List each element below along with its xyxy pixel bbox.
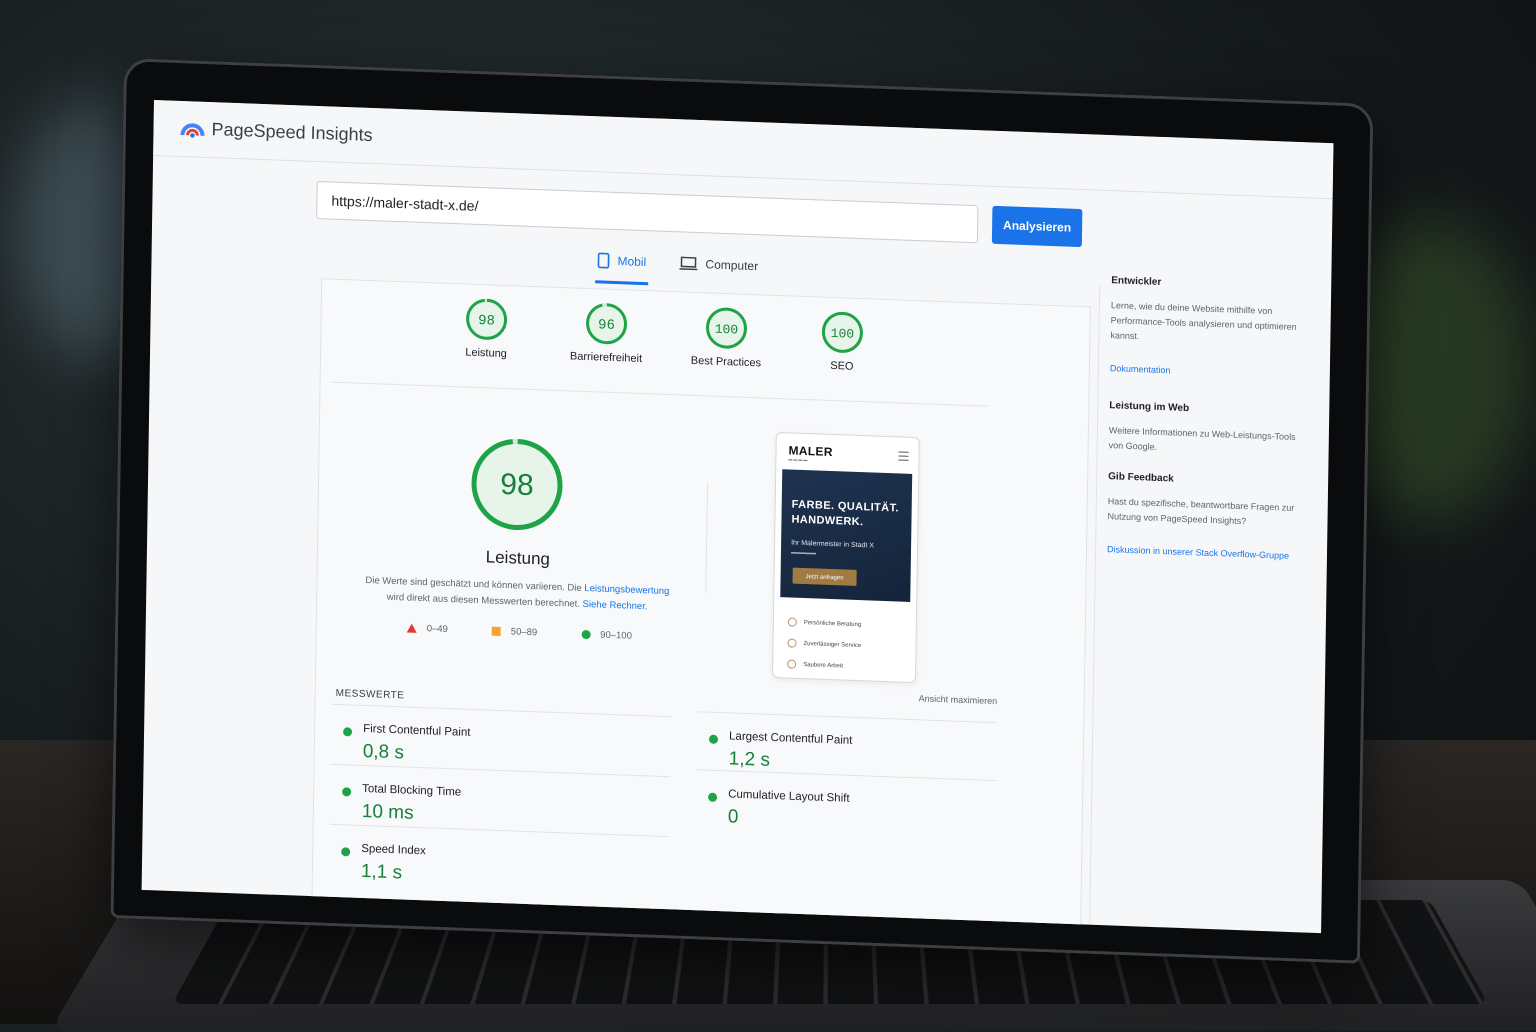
score-ring: 96: [586, 303, 628, 345]
divider-vertical: [705, 483, 709, 594]
feature-label: Saubere Arbeit: [803, 661, 843, 670]
legend-poor: 0–49: [406, 623, 448, 636]
pagespeed-logo-icon: [180, 123, 205, 138]
metric-value: 0: [727, 806, 739, 828]
metric-value: 1,1 s: [360, 860, 403, 884]
metrics-heading: MESSWERTE: [335, 687, 405, 702]
square-icon: [491, 626, 501, 636]
preview-feature: Persönliche Beratung: [787, 611, 862, 635]
tab-mobile[interactable]: Mobil: [595, 244, 649, 286]
sidebar-web-title: Leistung im Web: [1109, 400, 1190, 415]
score-gauges: 98 Leistung 96 Barrierefreiheit 100 Best…: [321, 291, 1090, 399]
page-screenshot-preview: MALER ▬▬▬▬ FARBE. QUALITÄT. HANDWERK. Ih…: [771, 431, 920, 684]
score-legend: 0–49 50–89 90–100: [406, 623, 687, 644]
score-ring: 98: [466, 298, 508, 340]
metric-name: Cumulative Layout Shift: [728, 788, 850, 805]
legend-range: 0–49: [426, 623, 448, 636]
tab-desktop[interactable]: Computer: [679, 247, 758, 282]
gauge-score: 98: [478, 313, 495, 330]
performance-title: Leistung: [485, 547, 551, 569]
preview-lead: Ihr Malermeister in Stadt X: [791, 539, 875, 550]
desc-text-1: Die Werte sind geschätzt und können vari…: [365, 574, 582, 594]
preview-features: Persönliche Beratung Zuverlässiger Servi…: [787, 611, 862, 677]
preview-logo-sub: ▬▬▬▬: [788, 456, 809, 463]
metric-name: Speed Index: [361, 842, 426, 858]
url-input[interactable]: https://maler-stadt-x.de/: [316, 181, 979, 244]
gauge-label: Best Practices: [690, 354, 762, 370]
preview-feature: Zuverlässiger Service: [787, 632, 861, 656]
report-card: 98 Leistung 96 Barrierefreiheit 100 Best…: [311, 278, 1091, 934]
legend-range: 50–89: [510, 626, 538, 639]
good-dot-icon: [708, 792, 718, 802]
gauge-label: SEO: [830, 359, 854, 373]
hamburger-icon: [898, 451, 909, 461]
feature-label: Zuverlässiger Service: [803, 640, 862, 649]
gauge-score: 96: [598, 317, 615, 334]
laptop-icon: [679, 256, 698, 271]
brush-icon: [787, 659, 797, 669]
screen: PageSpeed Insights https://maler-stadt-x…: [141, 100, 1334, 934]
gauge-score: 100: [715, 322, 739, 338]
gauge-best-practices[interactable]: 100 Best Practices: [671, 304, 782, 370]
score-ring-large: 98: [471, 438, 563, 531]
legend-good: 90–100: [581, 629, 632, 642]
score-ring: 100: [821, 311, 863, 353]
tab-mobile-label: Mobil: [617, 254, 647, 270]
gauge-seo[interactable]: 100 SEO: [787, 308, 898, 374]
metric-value: 0,8 s: [362, 740, 405, 764]
person-icon: [787, 617, 797, 627]
sidebar-web-text: Weitere Informationen zu Web-Leistungs-T…: [1108, 425, 1296, 452]
gauge-accessibility[interactable]: 96 Barrierefreiheit: [551, 300, 662, 366]
metric-cls[interactable]: Cumulative Layout Shift 0: [695, 769, 997, 842]
score-ring: 100: [705, 307, 747, 349]
preview-headline: FARBE. QUALITÄT. HANDWERK.: [791, 498, 905, 532]
gauge-label: Leistung: [465, 346, 507, 361]
sidebar-divider: [1089, 284, 1101, 925]
sidebar-dev-title: Entwickler: [1111, 275, 1162, 289]
metric-value: 10 ms: [361, 800, 414, 824]
phone-icon: [597, 252, 610, 269]
calculator-link[interactable]: Siehe Rechner.: [583, 599, 648, 612]
good-dot-icon: [708, 734, 719, 744]
metric-name: Largest Contentful Paint: [728, 730, 853, 747]
performance-score-link[interactable]: Leistungsbewertung: [584, 583, 669, 597]
tab-desktop-label: Computer: [705, 257, 759, 274]
shield-icon: [787, 638, 797, 648]
app-title: PageSpeed Insights: [211, 119, 373, 146]
stackoverflow-link[interactable]: Diskussion in unserer Stack Overflow-Gru…: [1107, 542, 1307, 564]
sidebar-feedback-title: Gib Feedback: [1108, 471, 1174, 485]
sidebar: Entwickler Lerne, wie du deine Website m…: [1107, 275, 1312, 588]
sidebar-feedback-text: Hast du spezifische, beantwortbare Frage…: [1107, 496, 1295, 527]
gauge-label: Barrierefreiheit: [569, 350, 643, 366]
preview-hero: FARBE. QUALITÄT. HANDWERK. Ihr Malermeis…: [780, 469, 913, 602]
preview-cta-button: Jetzt anfragen: [792, 567, 857, 586]
legend-range: 90–100: [600, 629, 632, 642]
preview-lead-sub: ▬▬▬▬▬: [790, 549, 817, 557]
preview-feature: Saubere Arbeit: [787, 653, 861, 677]
good-dot-icon: [343, 727, 353, 737]
performance-description: Die Werte sind geschätzt und können vari…: [347, 572, 687, 616]
feature-label: Persönliche Beratung: [803, 619, 862, 628]
sidebar-dev-text: Lerne, wie du deine Website mithilfe von…: [1110, 300, 1297, 342]
gauge-performance[interactable]: 98 Leistung: [431, 295, 542, 361]
analyze-button[interactable]: Analysieren: [991, 205, 1083, 248]
good-dot-icon: [342, 787, 352, 797]
desc-text-2: wird direkt aus diesen Messwerten berech…: [386, 591, 581, 610]
performance-score: 98: [500, 468, 534, 502]
triangle-icon: [406, 623, 417, 633]
circle-icon: [581, 629, 591, 640]
legend-average: 50–89: [491, 626, 538, 639]
metric-name: Total Blocking Time: [362, 782, 462, 799]
metric-speed-index[interactable]: Speed Index 1,1 s: [328, 823, 670, 898]
metric-value: 1,2 s: [728, 748, 771, 771]
maximize-view-link[interactable]: Ansicht maximieren: [919, 693, 998, 706]
metric-name: First Contentful Paint: [363, 722, 471, 739]
good-dot-icon: [341, 847, 351, 857]
performance-gauge: 98: [468, 435, 566, 540]
gauge-score: 100: [831, 326, 855, 342]
documentation-link[interactable]: Dokumentation: [1110, 361, 1310, 383]
